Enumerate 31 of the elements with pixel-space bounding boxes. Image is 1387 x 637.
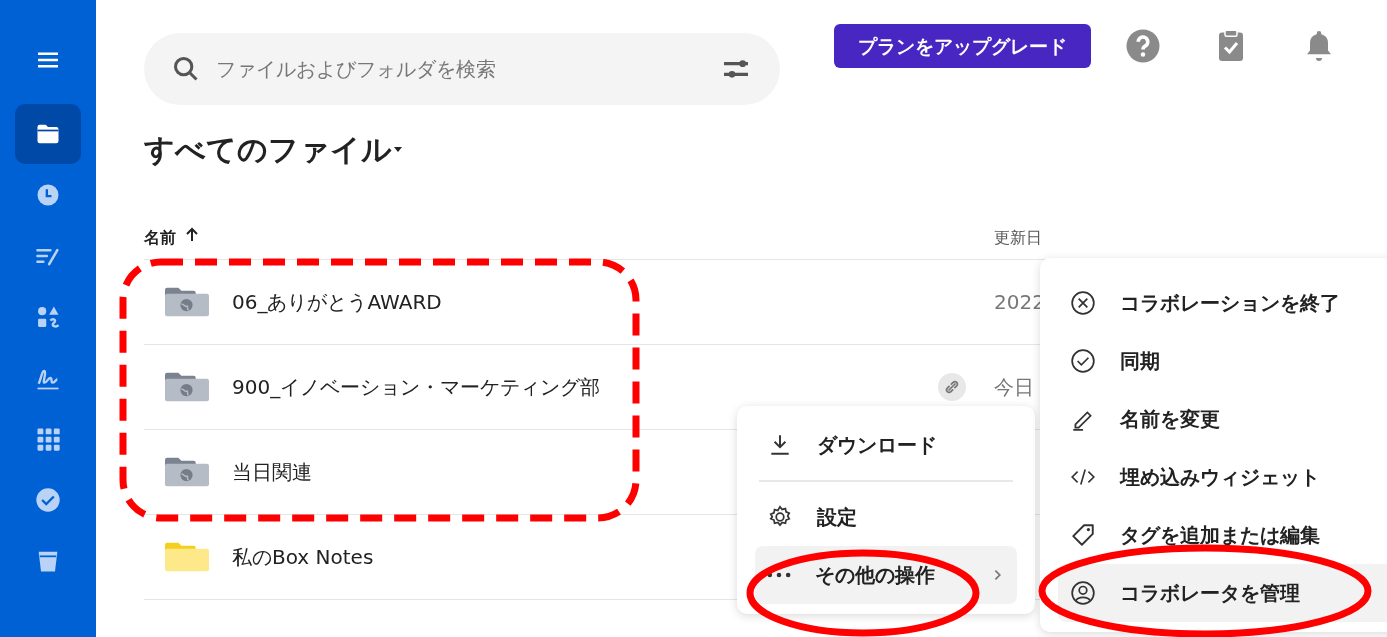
menu-item[interactable]: タグを追加または編集: [1058, 506, 1387, 564]
menu-item[interactable]: コラボレーションを終了: [1058, 274, 1387, 332]
modified-date: 今日: [994, 374, 1034, 401]
more-dots-icon: [767, 572, 791, 578]
menu-item[interactable]: ダウンロード: [755, 416, 1017, 474]
menu-item[interactable]: 名前を変更: [1058, 390, 1387, 448]
shared-folder-icon[interactable]: [164, 455, 210, 489]
search-input[interactable]: ファイルおよびフォルダを検索: [214, 53, 706, 85]
menu-item[interactable]: 設定: [755, 488, 1017, 546]
file-name[interactable]: 当日関連: [232, 457, 312, 487]
tag-icon: [1070, 522, 1096, 548]
sidebar-item[interactable]: [15, 104, 81, 164]
search-icon: [172, 55, 200, 83]
menu-item[interactable]: コラボレータを管理: [1058, 564, 1387, 622]
search-field[interactable]: ファイルおよびフォルダを検索: [144, 33, 780, 105]
menu-item[interactable]: 埋め込みウィジェット: [1058, 448, 1387, 506]
check-circle-icon: [1070, 348, 1096, 374]
shared-folder-icon[interactable]: [164, 370, 210, 404]
file-name[interactable]: 900_イノベーション・マーケティング部: [232, 372, 601, 402]
user-circle-icon: [1070, 580, 1096, 606]
shared-folder-icon[interactable]: [164, 285, 210, 319]
column-header[interactable]: 更新日: [994, 226, 1042, 250]
upgrade-button[interactable]: プランをアップグレード: [834, 23, 1091, 69]
close-circle-icon: [1070, 290, 1096, 316]
file-name[interactable]: 私のBox Notes: [232, 542, 374, 572]
help-icon[interactable]: [1125, 28, 1161, 64]
check-circle-icon: [34, 486, 62, 514]
page-title[interactable]: すべてのファイル: [144, 127, 392, 172]
link-icon[interactable]: [938, 373, 966, 401]
file-name[interactable]: 06_ありがとうAWARD: [232, 287, 442, 317]
column-header[interactable]: 名前: [144, 226, 176, 250]
